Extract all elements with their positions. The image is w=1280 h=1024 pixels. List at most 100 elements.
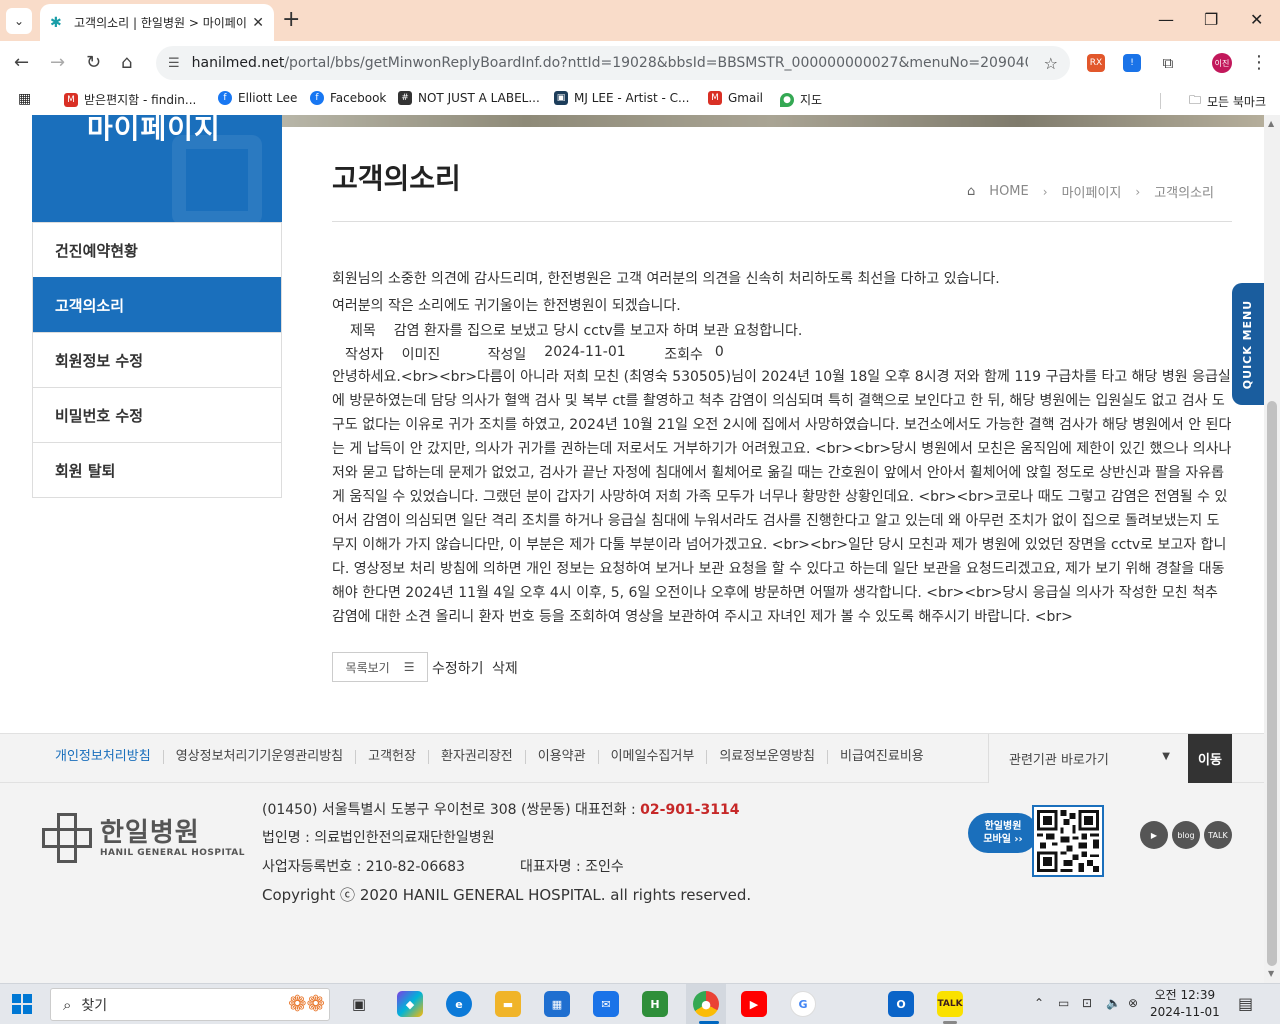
- footer-link-rights[interactable]: 환자권리장전: [427, 750, 525, 764]
- copilot-icon[interactable]: ◆: [397, 991, 423, 1017]
- extension-shield-icon[interactable]: !: [1123, 54, 1141, 72]
- home-icon[interactable]: ⌂: [121, 51, 132, 75]
- sidebar-banner: 마이페이지: [32, 115, 282, 222]
- go-button[interactable]: 이동: [1188, 734, 1232, 783]
- search-icon: ⌕: [63, 995, 72, 1014]
- blog-icon[interactable]: blog: [1172, 821, 1200, 849]
- site-info-icon[interactable]: ☰: [168, 56, 180, 71]
- mobile-app-badge[interactable]: 한일병원 모바일 ››: [968, 813, 1038, 853]
- breadcrumb-home[interactable]: HOME: [989, 184, 1028, 199]
- tray-chevron-icon[interactable]: ⌃: [1034, 996, 1044, 1010]
- footer-link-fees[interactable]: 비급여진료비용: [827, 750, 936, 764]
- apps-grid-icon[interactable]: ▦: [18, 91, 31, 107]
- page-viewport: 마이페이지 건진예약현황 고객의소리 회원정보 수정 비밀번호 수정 회원 탈퇴…: [0, 115, 1264, 983]
- scroll-thumb[interactable]: [1267, 401, 1277, 966]
- clock-time: 오전 12:39: [1154, 988, 1216, 1002]
- youtube-app-icon[interactable]: ▶: [741, 991, 767, 1017]
- footer-link-medinfo[interactable]: 의료정보운영방침: [706, 750, 827, 764]
- sidebar-item-voice[interactable]: 고객의소리: [33, 277, 281, 332]
- qr-code-icon: [1032, 805, 1104, 877]
- clock[interactable]: 오전 12:39 2024-11-01: [1150, 987, 1220, 1021]
- scroll-up-icon[interactable]: ▲: [1268, 119, 1274, 128]
- bookmark-item[interactable]: M 받은편지함 - findin...: [64, 91, 196, 108]
- bookmark-item[interactable]: ▣ MJ LEE - Artist - C...: [554, 91, 689, 105]
- tray-device-icon[interactable]: ▭: [1058, 996, 1069, 1010]
- subject-value: 감염 환자를 집으로 보냈고 당시 cctv를 보고자 하며 보관 요청합니다.: [393, 323, 803, 339]
- kakaotalk-icon[interactable]: TALK: [937, 991, 963, 1017]
- task-view-icon[interactable]: ▣: [346, 991, 372, 1017]
- tab-bar: ⌄ ✱ 고객의소리 | 한일병원 > 마이페이지 ✕ + — ❐ ✕: [0, 0, 1280, 41]
- talk-icon[interactable]: TALK: [1204, 821, 1232, 849]
- quick-menu-button[interactable]: QUICK MENU: [1232, 283, 1264, 405]
- restore-icon[interactable]: ❐: [1204, 8, 1218, 32]
- sidebar-item-withdraw[interactable]: 회원 탈퇴: [33, 442, 281, 497]
- active-tab[interactable]: ✱ 고객의소리 | 한일병원 > 마이페이지 ✕: [40, 4, 274, 41]
- footer-link-email[interactable]: 이메일수집거부: [597, 750, 707, 764]
- file-explorer-icon[interactable]: ▬: [495, 991, 521, 1017]
- chrome-icon[interactable]: ●: [693, 991, 719, 1017]
- footer-links: 개인정보처리방침 영상정보처리기기운영관리방침 고객헌장 환자권리장전 이용약관…: [55, 750, 936, 764]
- window-close-icon[interactable]: ✕: [1250, 8, 1263, 32]
- network-icon[interactable]: ⊡: [1082, 996, 1092, 1010]
- bookmark-item[interactable]: M Gmail: [708, 91, 763, 105]
- footer-address: (01450) 서울특별시 도봉구 우이천로 308 (쌍문동) 대표전화 : …: [262, 802, 740, 818]
- sidebar-item-password[interactable]: 비밀번호 수정: [33, 387, 281, 442]
- hwp-icon[interactable]: H: [642, 991, 668, 1017]
- tab-search-button[interactable]: ⌄: [6, 8, 32, 34]
- windows-start-icon[interactable]: [12, 994, 32, 1014]
- edge-icon[interactable]: e: [446, 991, 472, 1017]
- volume-icon[interactable]: 🔈: [1106, 996, 1121, 1010]
- footer-link-terms[interactable]: 이용약관: [524, 750, 598, 764]
- delete-button[interactable]: 삭제: [492, 658, 518, 678]
- maps-icon: ●: [780, 92, 794, 107]
- browser-toolbar: ← → ↻ ⌂ ☰ hanilmed.net/portal/bbs/getMin…: [0, 41, 1280, 85]
- edit-button[interactable]: 수정하기: [432, 658, 484, 678]
- browser-menu-icon[interactable]: ⋮: [1250, 51, 1268, 75]
- sidebar-item-checkup[interactable]: 건진예약현황: [33, 222, 281, 277]
- footer-link-cctv[interactable]: 영상정보처리기기운영관리방침: [162, 750, 355, 764]
- page-scrollbar[interactable]: ▲ ▼: [1264, 115, 1280, 983]
- date-value: 2024-11-01: [544, 344, 626, 360]
- profile-avatar[interactable]: 이진: [1212, 53, 1232, 73]
- list-button[interactable]: 목록보기 ☰: [332, 652, 428, 682]
- footer-link-privacy[interactable]: 개인정보처리방침: [55, 750, 163, 764]
- breadcrumb-mypage[interactable]: 마이페이지: [1062, 182, 1122, 201]
- notification-icon[interactable]: ▤: [1238, 994, 1253, 1013]
- bookmark-star-icon[interactable]: ☆: [1044, 54, 1058, 73]
- all-bookmarks-button[interactable]: 🗀 모든 북마크: [1189, 91, 1266, 112]
- bookmark-item[interactable]: f Elliott Lee: [218, 91, 297, 105]
- breadcrumb-current[interactable]: 고객의소리: [1154, 182, 1214, 201]
- store-icon[interactable]: ▦: [544, 991, 570, 1017]
- mute-indicator-icon[interactable]: ⊗: [1128, 996, 1138, 1010]
- bookmark-item[interactable]: ● 지도: [780, 91, 822, 108]
- new-tab-button[interactable]: +: [282, 8, 300, 32]
- footer-phone: 02-901-3114: [640, 802, 740, 818]
- footer-link-charter[interactable]: 고객헌장: [355, 750, 428, 764]
- mail-icon[interactable]: ✉: [593, 991, 619, 1017]
- extension-rx-icon[interactable]: RX: [1087, 54, 1105, 72]
- dropdown-arrow-icon: ▼: [1162, 751, 1170, 762]
- related-sites-select[interactable]: 관련기관 바로가기 ▼: [988, 734, 1188, 783]
- author-value: 이미진: [401, 347, 441, 363]
- windows-taskbar: ⌕ 찾기 ❁❁ ▣ ◆ e ▬ ▦ ✉ H ● ▶ G O TALK ⌃ ▭ ⊡…: [0, 983, 1280, 1024]
- tab-title: 고객의소리 | 한일병원 > 마이페이지: [74, 16, 246, 30]
- youtube-icon[interactable]: ▶: [1140, 821, 1168, 849]
- scroll-down-icon[interactable]: ▼: [1268, 969, 1274, 978]
- taskbar-search[interactable]: ⌕ 찾기 ❁❁: [50, 988, 330, 1021]
- footer-biz-no: 사업자등록번호 : 210-82-06683: [262, 859, 465, 875]
- minimize-icon[interactable]: —: [1158, 8, 1174, 32]
- outlook-icon[interactable]: O: [888, 991, 914, 1017]
- google-icon[interactable]: G: [790, 991, 816, 1017]
- footer-corp: 법인명 : 의료법인한전의료재단한일병원: [262, 830, 495, 846]
- sidebar-item-edit-profile[interactable]: 회원정보 수정: [33, 332, 281, 387]
- intro-text-1: 회원님의 소중한 의견에 감사드리며, 한전병원은 고객 여러분의 의견을 신속…: [332, 271, 1000, 287]
- forward-arrow-icon[interactable]: →: [50, 51, 65, 75]
- tab-close-icon[interactable]: ✕: [252, 15, 264, 31]
- back-arrow-icon[interactable]: ←: [14, 51, 29, 75]
- reload-icon[interactable]: ↻: [86, 51, 101, 75]
- address-bar[interactable]: ☰ hanilmed.net/portal/bbs/getMinwonReply…: [156, 46, 1070, 80]
- bookmark-item[interactable]: f Facebook: [310, 91, 386, 105]
- subject-label: 제목: [350, 323, 376, 339]
- bookmark-item[interactable]: # NOT JUST A LABEL...: [398, 91, 540, 105]
- extensions-puzzle-icon[interactable]: ⧉: [1159, 54, 1177, 72]
